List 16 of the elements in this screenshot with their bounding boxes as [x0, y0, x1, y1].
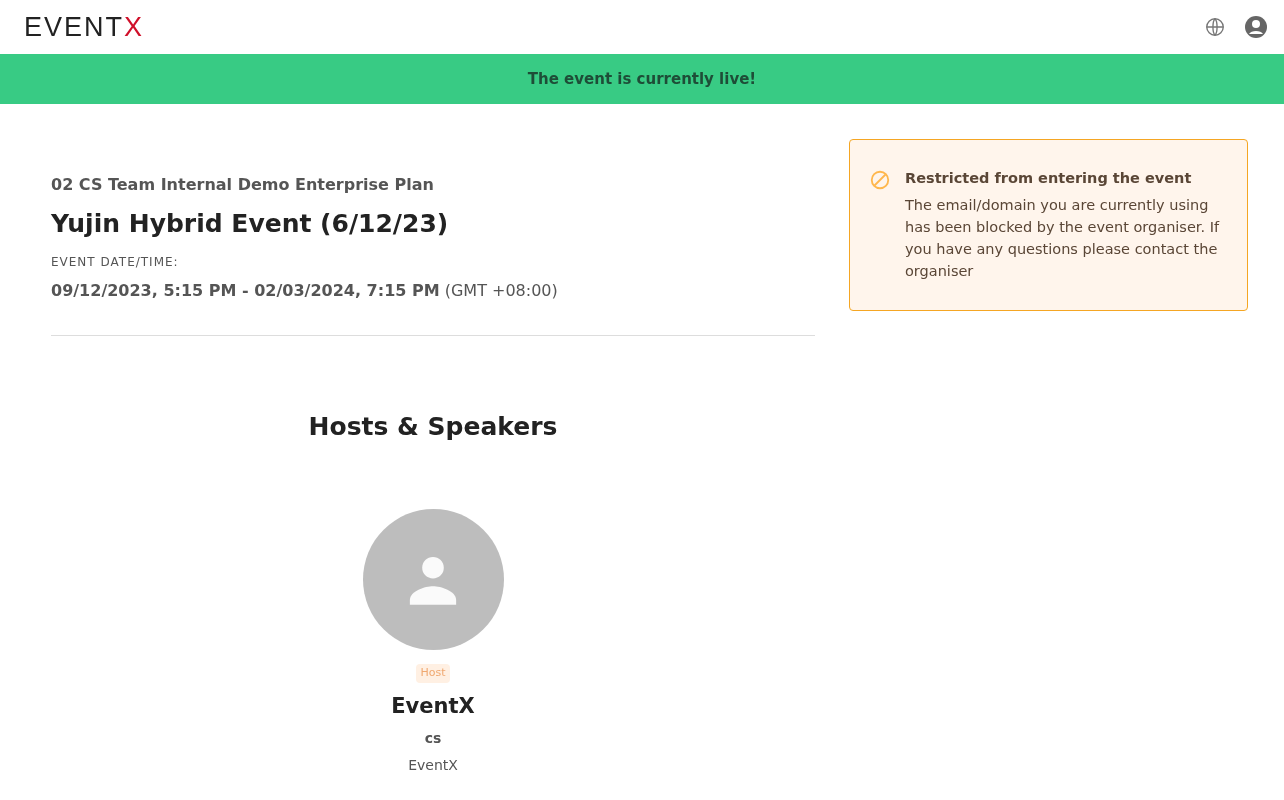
- event-title: Yujin Hybrid Event (6/12/23): [51, 208, 450, 240]
- eventx-logo[interactable]: EVENTX: [24, 13, 145, 41]
- notice-message: The email/domain you are currently using has been blocked by the event organiser. If you have any questions please contact the organiser: [905, 195, 1221, 281]
- notice-title: Restricted from entering the event: [905, 169, 1193, 188]
- date-label: EVENT DATE/TIME:: [51, 253, 180, 271]
- organizer-name: 02 CS Team Internal Demo Enterprise Plan: [51, 174, 435, 196]
- speaker-company: EventX: [408, 756, 458, 775]
- event-date-time: 09/12/2023, 5:15 PM - 02/03/2024, 7:15 PM (GMT +08:00): [51, 279, 559, 302]
- live-banner: The event is currently live!: [0, 54, 1284, 104]
- prohibited-icon: [869, 169, 891, 191]
- user-icon[interactable]: [1244, 15, 1268, 39]
- section-heading: Hosts & Speakers: [307, 410, 559, 443]
- speaker-role: cs: [424, 729, 442, 748]
- speaker-name: EventX: [391, 692, 475, 720]
- globe-icon[interactable]: [1204, 16, 1226, 38]
- host-badge: Host: [416, 664, 450, 683]
